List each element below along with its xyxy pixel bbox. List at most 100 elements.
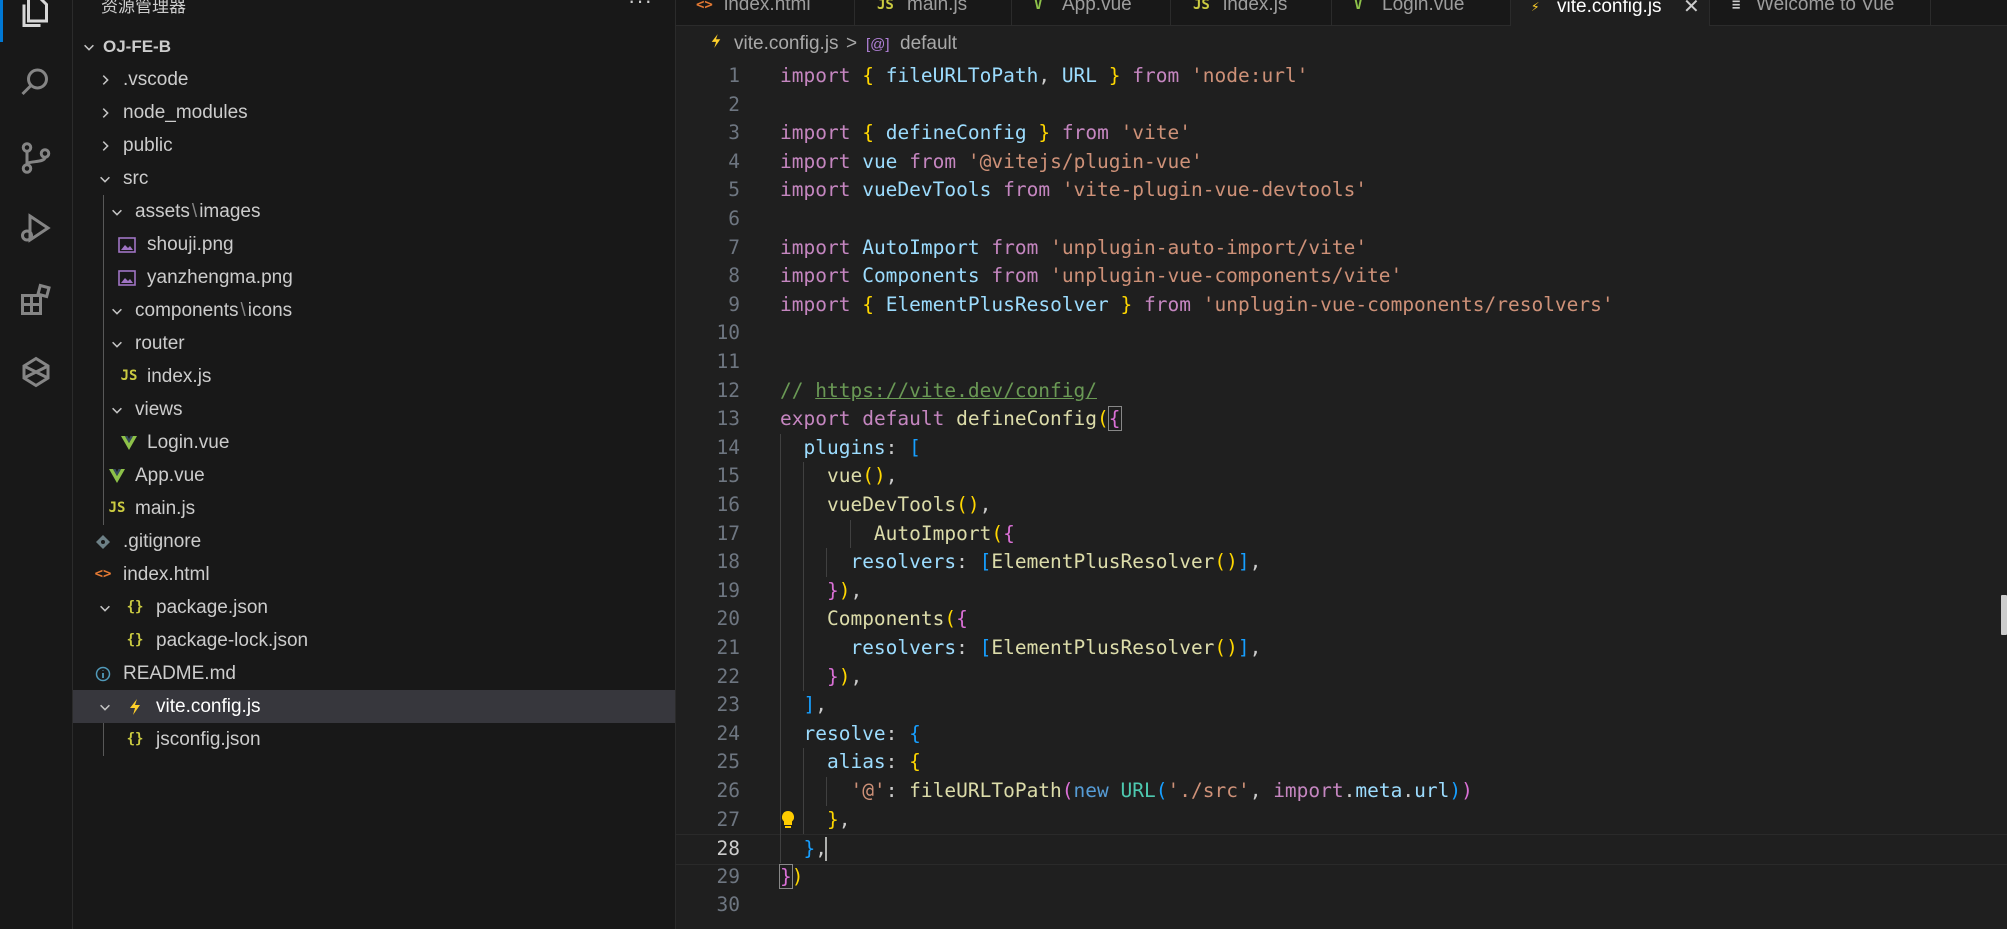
code-text: })	[779, 863, 804, 889]
json-file-icon: {}	[126, 632, 144, 648]
code-line[interactable]: 2	[676, 91, 2007, 120]
code-line[interactable]: 17 AutoImport({	[676, 520, 2007, 549]
tree-item-package-json[interactable]: {} package.json	[73, 591, 675, 624]
tab-label: vite.config.js	[1557, 0, 1662, 17]
editor-group: <> index.html JS main.js V App.vue JS in…	[676, 0, 2007, 929]
tree-item-shouji-png[interactable]: shouji.png	[73, 228, 675, 261]
code-line[interactable]: 27 },	[676, 806, 2007, 835]
line-number: 14	[716, 435, 740, 459]
explorer-icon[interactable]	[0, 0, 72, 42]
code-line[interactable]: 18 resolvers: [ElementPlusResolver()],	[676, 548, 2007, 577]
tree-item-node-modules[interactable]: node_modules	[73, 96, 675, 129]
tree-item-jsconfig-json[interactable]: {} jsconfig.json	[73, 723, 675, 756]
code-line[interactable]: 5 import vueDevTools from 'vite-plugin-vu…	[676, 176, 2007, 205]
tree-item-main-js[interactable]: JS main.js	[73, 492, 675, 525]
line-number: 17	[716, 521, 740, 545]
code-line[interactable]: 4 import vue from '@vitejs/plugin-vue'	[676, 148, 2007, 177]
tree-item-components-icons[interactable]: components \ icons	[73, 294, 675, 327]
code-line[interactable]: 19 }),	[676, 577, 2007, 606]
line-number: 29	[716, 864, 740, 888]
line-number: 23	[716, 693, 740, 717]
tab-welcome-to-vue[interactable]: ≡ Welcome to Vue	[1710, 0, 1931, 25]
tree-item-assets-images[interactable]: assets \ images	[73, 195, 675, 228]
more-actions-icon[interactable]: ···	[628, 0, 653, 14]
tab-label: Login.vue	[1382, 0, 1465, 15]
code-line[interactable]: 20 Components({	[676, 605, 2007, 634]
tree-item-login-vue[interactable]: Login.vue	[73, 426, 675, 459]
extensions-icon[interactable]	[0, 270, 72, 330]
text-cursor	[825, 837, 827, 862]
tab-index-html[interactable]: <> index.html	[676, 0, 855, 25]
code-text: ],	[803, 693, 827, 717]
code-line[interactable]: 21 resolvers: [ElementPlusResolver()],	[676, 634, 2007, 663]
code-line[interactable]: 3 import { defineConfig } from 'vite'	[676, 119, 2007, 148]
code-line[interactable]: 8 import Components from 'unplugin-vue-co…	[676, 262, 2007, 291]
code-line[interactable]: 26 '@': fileURLToPath(new URL('./src', i…	[676, 777, 2007, 806]
scrollbar-thumb[interactable]	[2001, 595, 2007, 635]
tab-label: index.js	[1223, 0, 1288, 15]
tree-root[interactable]: OJ-FE-B	[73, 30, 675, 63]
code-line[interactable]: 6	[676, 205, 2007, 234]
tree-item-vite-config-js[interactable]: vite.config.js	[73, 690, 675, 723]
breadcrumb-file[interactable]: vite.config.js	[734, 33, 839, 55]
tree-item-vscode[interactable]: .vscode	[73, 63, 675, 96]
code-line[interactable]: 24 resolve: {	[676, 720, 2007, 749]
tree-item-app-vue[interactable]: App.vue	[73, 459, 675, 492]
code-line[interactable]: 10	[676, 319, 2007, 348]
tab-vite-config-js[interactable]: ⚡ vite.config.js ✕	[1511, 0, 1710, 26]
code-text: import vue from '@vitejs/plugin-vue'	[780, 149, 1203, 173]
tree-item-package-lock-json[interactable]: {} package-lock.json	[73, 624, 675, 657]
code-line[interactable]: 12 // https://vite.dev/config/	[676, 377, 2007, 406]
tree-item-router[interactable]: router	[73, 327, 675, 360]
code-line[interactable]: 14 plugins: [	[676, 434, 2007, 463]
tree-item-gitignore[interactable]: .gitignore	[73, 525, 675, 558]
run-debug-icon[interactable]	[0, 198, 72, 258]
code-line[interactable]: 23 ],	[676, 691, 2007, 720]
tree-item-index-html[interactable]: <> index.html	[73, 558, 675, 591]
html-file-icon: <>	[94, 566, 112, 582]
remote-explorer-icon[interactable]	[0, 342, 72, 402]
line-number: 4	[728, 149, 740, 173]
code-line[interactable]: 1 import { fileURLToPath, URL } from 'nod…	[676, 62, 2007, 91]
source-control-icon[interactable]	[0, 128, 72, 188]
code-line[interactable]: 28 },	[676, 834, 2007, 865]
code-line[interactable]: 9 import { ElementPlusResolver } from 'un…	[676, 291, 2007, 320]
code-line[interactable]: 30	[676, 891, 2007, 920]
chevron-down-icon	[109, 327, 125, 360]
tree-item-label: views	[135, 399, 183, 420]
code-line[interactable]: 16 vueDevTools(),	[676, 491, 2007, 520]
tree-item-readme-md[interactable]: README.md	[73, 657, 675, 690]
tree-item-yanzhengma-png[interactable]: yanzhengma.png	[73, 261, 675, 294]
lightbulb-icon[interactable]	[780, 810, 796, 835]
tree-item-label: README.md	[123, 663, 236, 684]
code-line[interactable]: 15 vue(),	[676, 462, 2007, 491]
code-line[interactable]: 22 }),	[676, 663, 2007, 692]
breadcrumb: vite.config.js > [@] default	[676, 30, 2007, 60]
tab-app-vue[interactable]: V App.vue	[1012, 0, 1171, 25]
indent-guide	[826, 777, 827, 806]
tree-item-label: shouji.png	[147, 234, 234, 255]
code-text: },	[803, 837, 827, 861]
tab-index-js[interactable]: JS index.js	[1171, 0, 1332, 25]
tab-main-js[interactable]: JS main.js	[855, 0, 1012, 25]
search-icon[interactable]	[0, 52, 72, 112]
tree-item-label: yanzhengma.png	[147, 267, 293, 288]
code-line[interactable]: 7 import AutoImport from 'unplugin-auto-i…	[676, 234, 2007, 263]
close-icon[interactable]: ✕	[1683, 0, 1700, 22]
breadcrumb-separator: >	[846, 33, 858, 54]
tab-login-vue[interactable]: V Login.vue	[1332, 0, 1511, 25]
git-file-icon	[93, 525, 113, 558]
code-line[interactable]: 29})	[676, 863, 2007, 892]
line-number: 18	[716, 550, 740, 574]
code-line[interactable]: 11	[676, 348, 2007, 377]
code-text: import AutoImport from 'unplugin-auto-im…	[780, 235, 1368, 259]
tree-item-index-js[interactable]: JS index.js	[73, 360, 675, 393]
code-line[interactable]: 25 alias: {	[676, 748, 2007, 777]
tree-item-views[interactable]: views	[73, 393, 675, 426]
tree-item-public[interactable]: public	[73, 129, 675, 162]
line-number: 20	[716, 607, 740, 631]
code-line[interactable]: 13 export default defineConfig({	[676, 405, 2007, 434]
tree-item-src[interactable]: src	[73, 162, 675, 195]
chevron-down-icon	[97, 162, 113, 195]
breadcrumb-symbol[interactable]: default	[900, 33, 957, 55]
